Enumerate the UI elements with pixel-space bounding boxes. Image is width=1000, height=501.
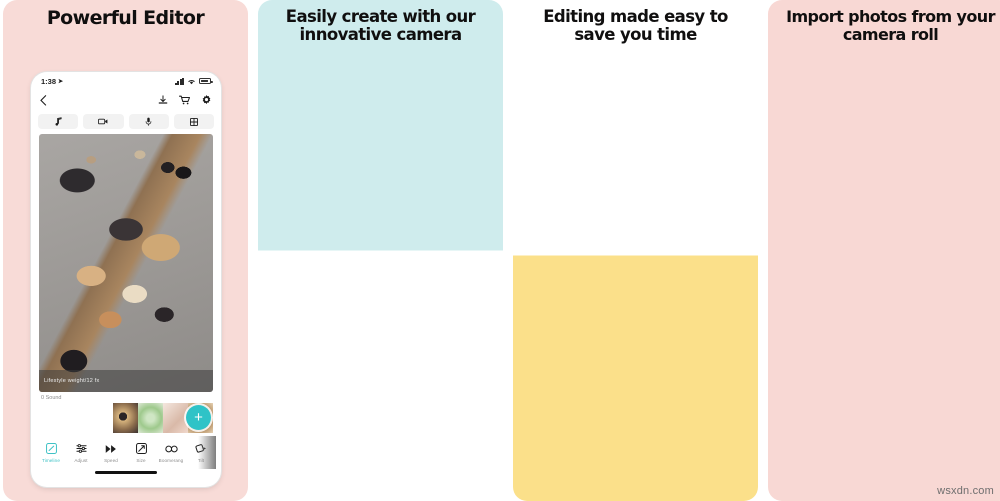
tab-label: Speed bbox=[104, 458, 118, 463]
tab-label: Adjust bbox=[74, 458, 88, 463]
tab-label: Timeline bbox=[42, 458, 60, 463]
status-left: 1:38 ➤ bbox=[41, 77, 63, 86]
music-note-icon[interactable] bbox=[38, 114, 79, 129]
editor-canvas[interactable]: Lifestyle weight/12 fx bbox=[39, 134, 213, 392]
wifi-icon bbox=[187, 78, 196, 85]
timeline-icon bbox=[45, 442, 57, 455]
tab-tilt[interactable]: Tilt bbox=[186, 436, 216, 469]
editor-tool-row bbox=[31, 110, 221, 134]
panel-headline: Import photos from your camera roll bbox=[786, 7, 995, 44]
tab-timeline[interactable]: Timeline bbox=[36, 442, 66, 463]
editor-nav-actions bbox=[158, 94, 212, 106]
canvas-caption: Lifestyle weight/12 fx bbox=[39, 370, 213, 392]
tab-label: Tilt bbox=[197, 458, 205, 463]
tab-speed[interactable]: Speed bbox=[96, 442, 126, 463]
cart-icon[interactable] bbox=[179, 95, 190, 105]
video-icon[interactable] bbox=[83, 114, 124, 129]
adjust-icon bbox=[75, 442, 87, 455]
panel-background bbox=[768, 0, 1000, 501]
timeline-filmstrip[interactable]: + bbox=[39, 403, 213, 433]
tab-size[interactable]: Size bbox=[126, 442, 156, 463]
size-icon bbox=[135, 442, 147, 455]
speed-icon bbox=[105, 442, 117, 455]
panel-headline: Editing made easy to save you time bbox=[543, 7, 728, 45]
home-indicator bbox=[95, 471, 157, 474]
panel-innovative-camera: Easily create with our innovative camera… bbox=[258, 0, 503, 501]
status-right bbox=[175, 77, 213, 85]
panel-powerful-editor: Powerful Editor 1:38 ➤ Lifestyle weight/… bbox=[3, 0, 248, 501]
microphone-icon[interactable] bbox=[128, 114, 169, 129]
add-clip-button[interactable]: + bbox=[186, 405, 211, 430]
watermark: wsxdn.com bbox=[937, 485, 994, 497]
grid-icon[interactable] bbox=[173, 114, 214, 129]
panel-background bbox=[513, 0, 758, 501]
panel-headline: Easily create with our innovative camera bbox=[285, 7, 476, 45]
tab-label: Size bbox=[136, 458, 146, 463]
sound-label: 0 Sound bbox=[41, 395, 62, 401]
signal-icon bbox=[175, 77, 184, 85]
filmstrip-frame[interactable] bbox=[113, 403, 138, 433]
tab-boomerang[interactable]: Boomerang bbox=[156, 442, 186, 463]
back-chevron-icon[interactable] bbox=[40, 94, 47, 106]
location-arrow-icon: ➤ bbox=[58, 78, 64, 85]
filmstrip-frame[interactable] bbox=[138, 403, 163, 433]
panel-editing-made-easy: Editing made easy to save you time 4:53 … bbox=[513, 0, 758, 501]
editor-tabbar: Timeline Adjust Speed Size Boomerang Til… bbox=[31, 436, 221, 469]
canvas-photo bbox=[39, 134, 213, 392]
tab-label: Boomerang bbox=[158, 458, 184, 463]
panel-import-photos: Import photos from your camera roll 9:04… bbox=[768, 0, 1000, 501]
editor-navbar bbox=[31, 90, 221, 110]
tilt-icon bbox=[195, 442, 207, 455]
phone-mockup-editor: 1:38 ➤ Lifestyle weight/12 fx 0 Sound + … bbox=[31, 72, 221, 487]
screenshot-gallery: Powerful Editor 1:38 ➤ Lifestyle weight/… bbox=[0, 0, 1000, 501]
download-icon[interactable] bbox=[158, 95, 168, 105]
tab-adjust[interactable]: Adjust bbox=[66, 442, 96, 463]
status-time: 1:38 bbox=[41, 76, 57, 86]
battery-icon bbox=[199, 77, 213, 85]
status-bar: 1:38 ➤ bbox=[31, 72, 221, 90]
gear-icon[interactable] bbox=[201, 94, 212, 106]
panel-background bbox=[258, 0, 503, 501]
boomerang-icon bbox=[164, 442, 178, 455]
panel-headline: Powerful Editor bbox=[46, 7, 205, 29]
filmstrip-frame[interactable] bbox=[163, 403, 188, 433]
